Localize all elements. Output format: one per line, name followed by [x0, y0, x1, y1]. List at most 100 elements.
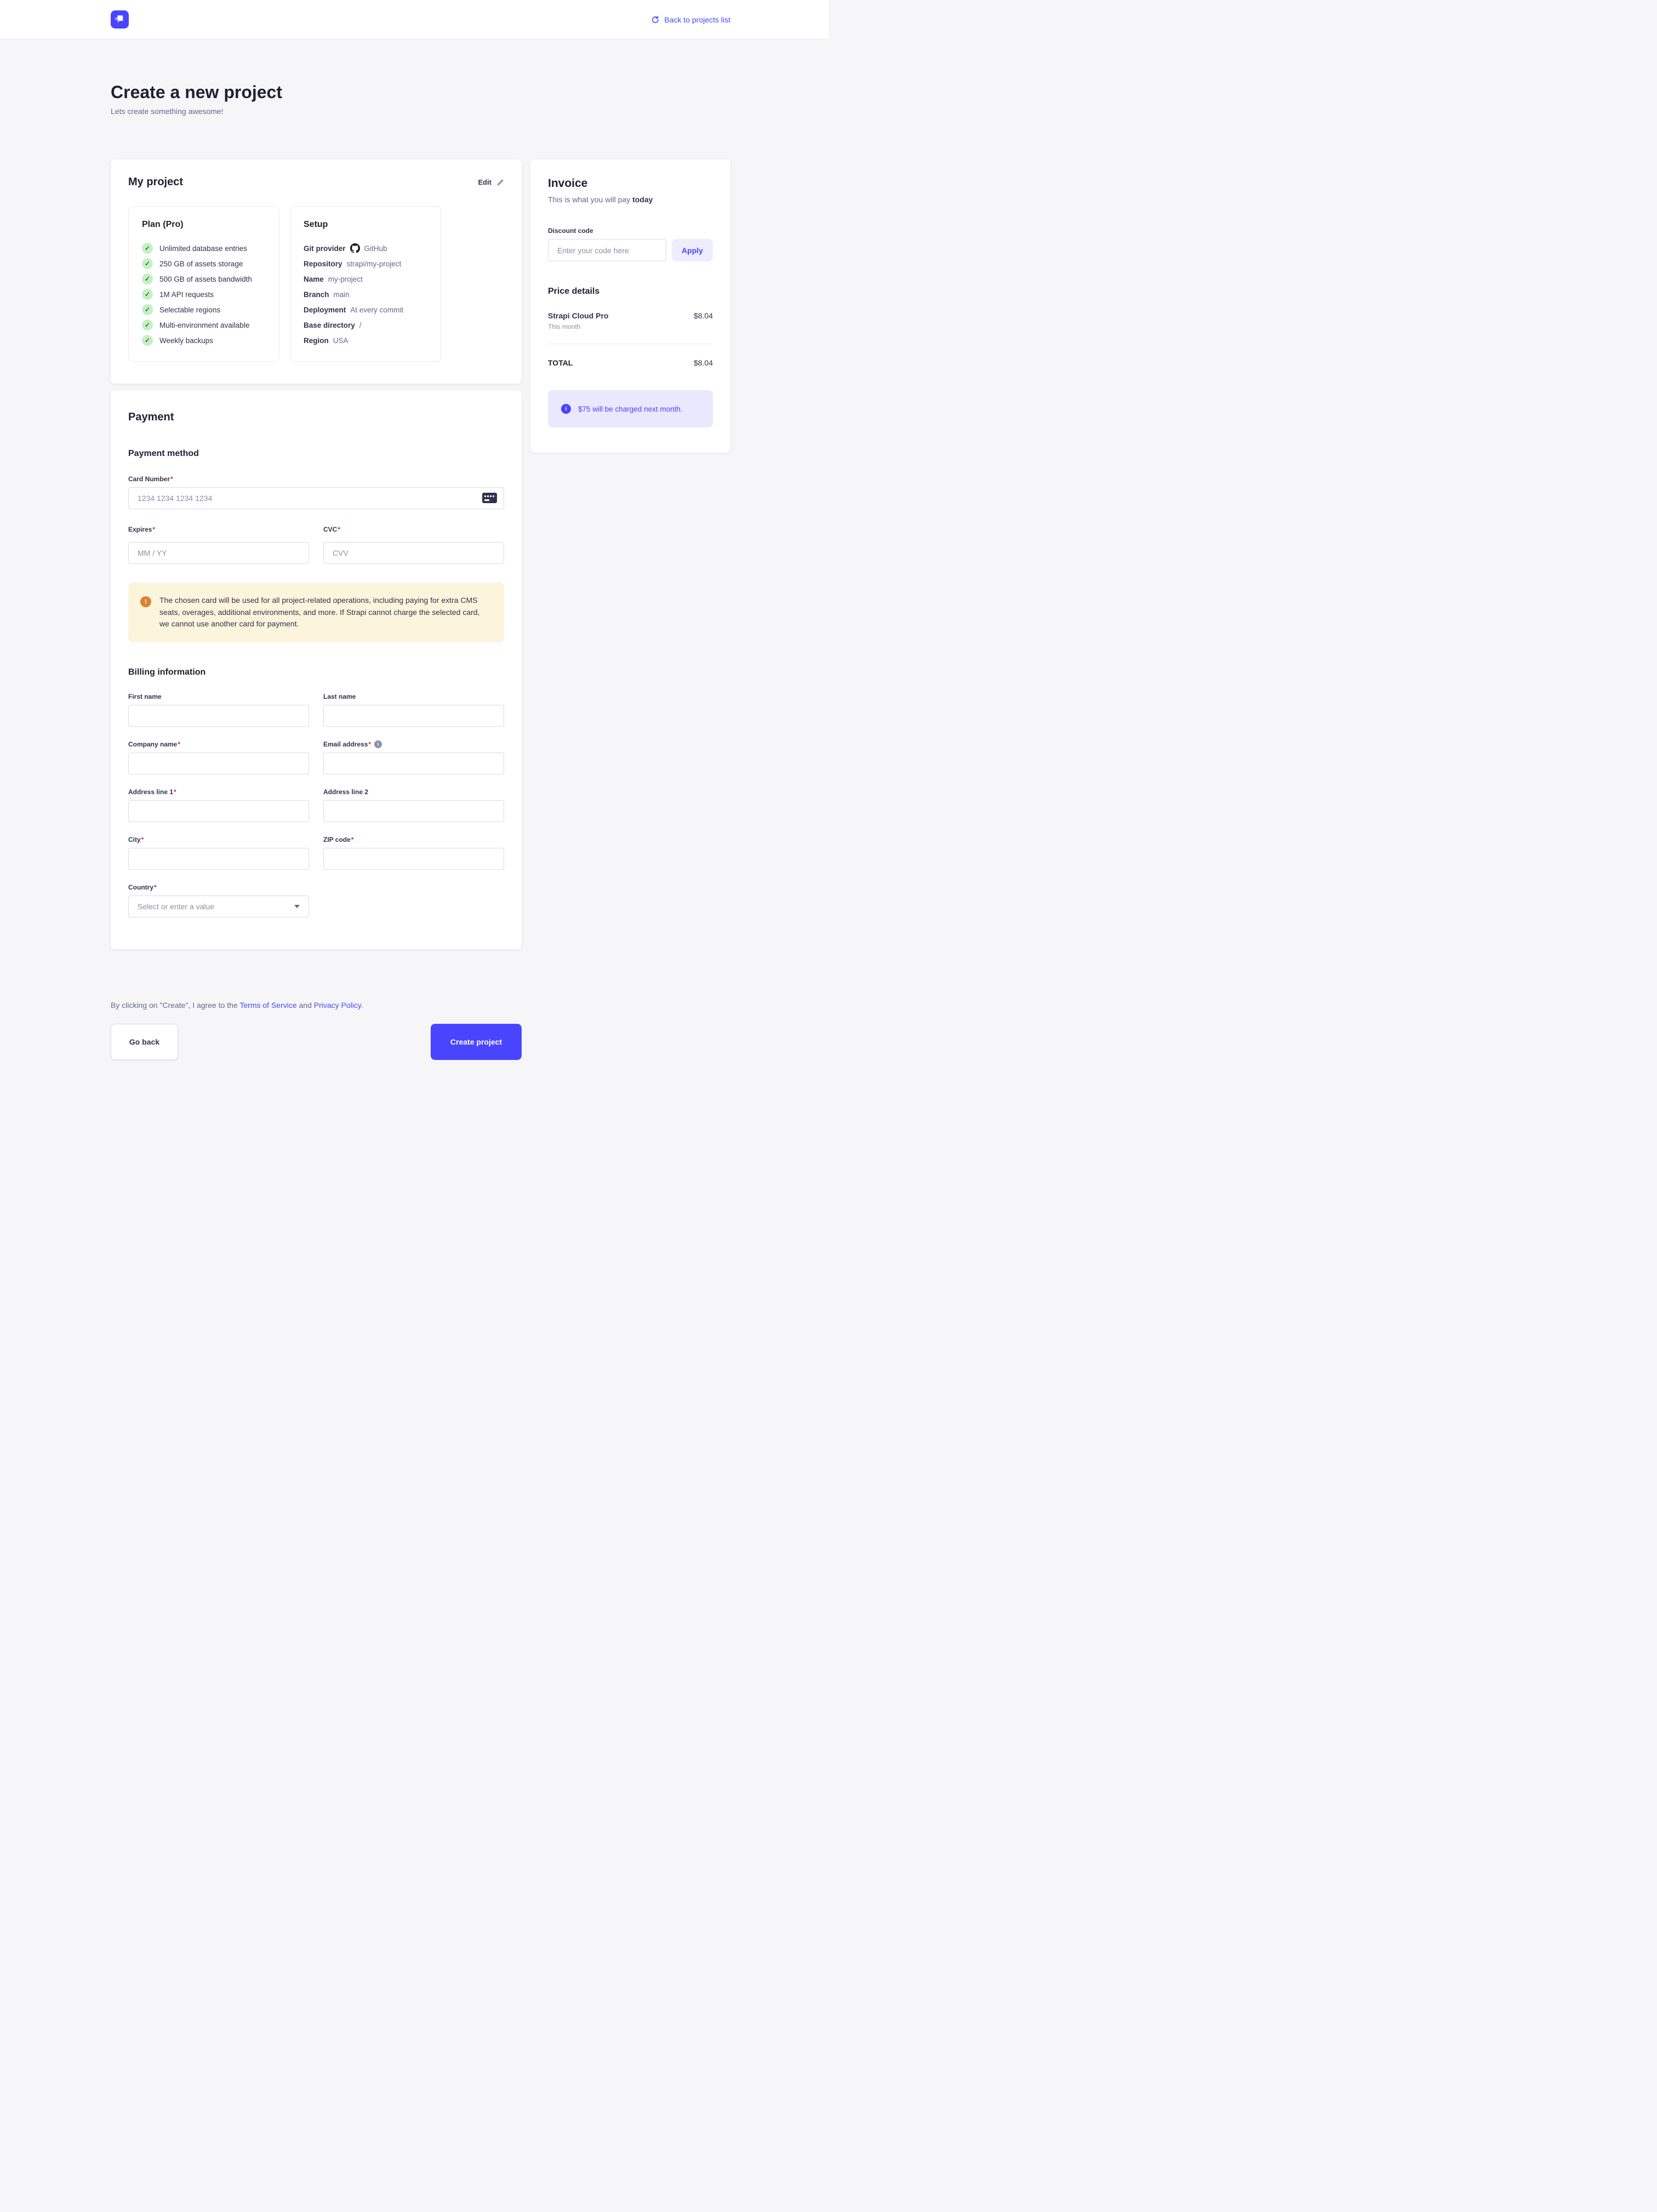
check-icon: ✓ — [142, 289, 153, 300]
chevron-down-icon — [294, 905, 300, 908]
edit-button[interactable]: Edit — [478, 178, 504, 186]
setup-box-title: Setup — [304, 220, 430, 230]
plan-feature: ✓1M API requests — [142, 287, 268, 302]
address-line-2-input[interactable] — [323, 800, 504, 822]
zip-code-input[interactable] — [323, 848, 504, 870]
email-address-input[interactable] — [323, 752, 504, 774]
setup-row: Namemy-project — [304, 271, 430, 287]
check-icon: ✓ — [142, 273, 153, 284]
required-asterisk: * — [351, 836, 354, 843]
company-name-label: Company name* — [128, 740, 309, 748]
total-label: TOTAL — [548, 358, 573, 367]
required-asterisk: * — [141, 836, 144, 843]
address-line-1-input[interactable] — [128, 800, 309, 822]
address-line-1-label: Address line 1* — [128, 788, 309, 796]
line-item-amount: $8.04 — [694, 311, 713, 320]
credit-card-icon — [482, 493, 497, 503]
create-project-button[interactable]: Create project — [431, 1024, 522, 1060]
plan-feature: ✓Weekly backups — [142, 333, 268, 348]
app-header: Back to projects list — [0, 0, 828, 39]
check-icon: ✓ — [142, 335, 153, 346]
setup-row: DeploymentAt every commit — [304, 302, 430, 317]
github-icon — [350, 243, 360, 253]
plan-box-title: Plan (Pro) — [142, 220, 268, 230]
city-input[interactable] — [128, 848, 309, 870]
last-name-label: Last name — [323, 693, 504, 700]
plan-feature: ✓Unlimited database entries — [142, 241, 268, 256]
project-summary-card: My project Edit Plan (Pro) ✓Unlimited da… — [111, 159, 522, 384]
terms-agreement-text: By clicking on "Create", I agree to the … — [111, 1001, 522, 1010]
setup-row: RegionUSA — [304, 333, 430, 348]
check-icon: ✓ — [142, 304, 153, 315]
setup-box: Setup Git provider GitHub Repositorystra… — [290, 206, 441, 362]
apply-discount-button[interactable]: Apply — [672, 239, 713, 261]
next-month-charge-text: $75 will be charged next month. — [578, 405, 683, 413]
project-card-title: My project — [128, 176, 183, 189]
first-name-label: First name — [128, 693, 309, 700]
plan-feature: ✓500 GB of assets bandwidth — [142, 271, 268, 287]
plan-box: Plan (Pro) ✓Unlimited database entries ✓… — [128, 206, 279, 362]
line-item-name: Strapi Cloud Pro — [548, 311, 608, 320]
payment-title: Payment — [128, 411, 504, 424]
back-link-label: Back to projects list — [664, 15, 730, 24]
expires-label: Expires* — [128, 526, 309, 533]
required-asterisk: * — [152, 526, 155, 533]
privacy-policy-link[interactable]: Privacy Policy — [314, 1001, 361, 1010]
next-month-charge-banner: i $75 will be charged next month. — [548, 390, 713, 427]
go-back-button[interactable]: Go back — [111, 1024, 178, 1060]
strapi-logo-icon — [111, 10, 129, 28]
billing-information-title: Billing information — [128, 668, 504, 677]
discount-code-label: Discount code — [548, 227, 713, 235]
line-item-period: This month — [548, 323, 608, 330]
card-usage-warning: ! The chosen card will be used for all p… — [128, 583, 504, 642]
required-asterisk: * — [338, 526, 340, 533]
invoice-title: Invoice — [548, 177, 713, 190]
cvc-input[interactable] — [323, 542, 504, 564]
price-details-title: Price details — [548, 287, 713, 297]
payment-card: Payment Payment method Card Number* Expi… — [111, 390, 522, 949]
edit-button-label: Edit — [478, 178, 492, 186]
company-name-input[interactable] — [128, 752, 309, 774]
plan-feature: ✓250 GB of assets storage — [142, 256, 268, 271]
check-icon: ✓ — [142, 320, 153, 330]
zip-code-label: ZIP code* — [323, 836, 504, 843]
price-line-item: Strapi Cloud Pro This month $8.04 — [548, 311, 713, 330]
first-name-input[interactable] — [128, 705, 309, 727]
invoice-subtitle: This is what you will pay today — [548, 195, 713, 204]
setup-row: Repositorystrapi/my-project — [304, 256, 430, 271]
card-number-label: Card Number* — [128, 475, 504, 483]
back-to-projects-link[interactable]: Back to projects list — [651, 15, 730, 24]
invoice-card: Invoice This is what you will pay today … — [530, 159, 730, 453]
last-name-input[interactable] — [323, 705, 504, 727]
required-asterisk: * — [368, 740, 371, 748]
plan-feature-list: ✓Unlimited database entries ✓250 GB of a… — [142, 241, 268, 348]
discount-code-input[interactable] — [548, 239, 666, 261]
cvc-label: CVC* — [323, 526, 504, 533]
setup-row: Git provider GitHub — [304, 241, 430, 256]
expires-input[interactable] — [128, 542, 309, 564]
required-asterisk: * — [170, 475, 173, 483]
info-icon: i — [374, 740, 382, 748]
plan-feature: ✓Selectable regions — [142, 302, 268, 317]
country-select-placeholder: Select or enter a value — [138, 902, 214, 911]
required-asterisk: * — [174, 788, 176, 796]
required-asterisk: * — [154, 883, 157, 891]
plan-feature: ✓Multi-environment available — [142, 317, 268, 333]
setup-row: Base directory/ — [304, 317, 430, 333]
terms-of-service-link[interactable]: Terms of Service — [239, 1001, 296, 1010]
check-icon: ✓ — [142, 258, 153, 269]
email-address-label: Email address* i — [323, 740, 504, 748]
country-select[interactable]: Select or enter a value — [128, 896, 309, 917]
city-label: City* — [128, 836, 309, 843]
setup-row: Branchmain — [304, 287, 430, 302]
setup-list: Git provider GitHub Repositorystrapi/my-… — [304, 241, 430, 348]
strapi-logo[interactable] — [111, 10, 129, 28]
redo-arrow-icon — [651, 15, 659, 24]
required-asterisk: * — [178, 740, 180, 748]
card-number-input[interactable] — [128, 487, 504, 509]
page-title: Create a new project — [111, 81, 730, 103]
payment-method-title: Payment method — [128, 449, 504, 459]
address-line-2-label: Address line 2 — [323, 788, 504, 796]
info-icon: i — [561, 404, 571, 414]
total-row: TOTAL $8.04 — [548, 358, 713, 367]
